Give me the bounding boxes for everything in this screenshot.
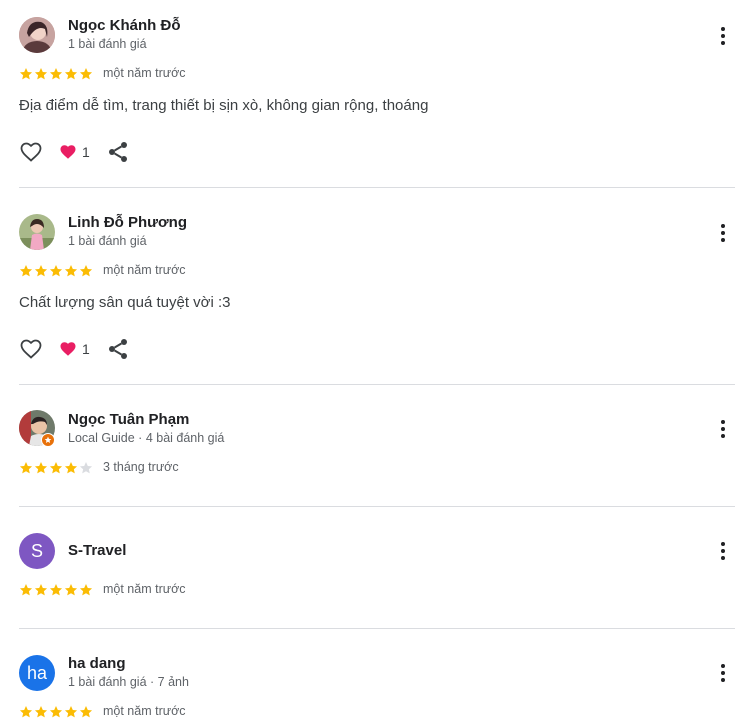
star-icon [64,462,78,474]
review-divider [19,384,735,385]
more-vert-icon [721,542,725,560]
review-time: 3 tháng trước [103,460,179,474]
star-icon [64,68,78,80]
star-icon [49,462,63,474]
star-icon [19,265,33,277]
like-button[interactable] [19,337,43,361]
avatar-letter: ha [26,662,48,683]
review-text: Địa điểm dễ tìm, trang thiết bị sịn xò, … [19,97,429,114]
reviewer-name[interactable]: Ngọc Tuân Phạm [68,411,189,428]
share-button[interactable] [106,337,130,361]
heart-outline-icon [20,142,42,162]
star-icon [64,584,78,596]
more-options-button[interactable] [712,418,734,440]
reviewer-name[interactable]: Linh Đỗ Phương [68,214,187,231]
star-icon [19,462,33,474]
review-divider [19,506,735,507]
star-rating [19,264,93,278]
reviewer-meta: 1 bài đánh giá · 7 ảnh [68,675,189,689]
star-icon [34,265,48,277]
star-icon [34,584,48,596]
share-icon [109,339,127,359]
review-text: Chất lượng sân quá tuyệt vời :3 [19,294,231,311]
avatar-photo [19,17,55,53]
star-icon [79,584,93,596]
star-icon [49,584,63,596]
star-icon [19,584,33,596]
reviewer-name[interactable]: ha dang [68,655,126,672]
reviewer-meta: 1 bài đánh giá [68,37,147,51]
more-vert-icon [721,224,725,242]
more-options-button[interactable] [712,540,734,562]
more-options-button[interactable] [712,222,734,244]
star-icon [34,706,48,718]
star-icon [19,706,33,718]
reviewer-name[interactable]: Ngọc Khánh Đỗ [68,17,181,34]
star-rating [19,583,93,597]
reaction-count: 1 [82,144,90,160]
star-icon [49,68,63,80]
local-guide-badge [41,433,55,447]
star-rating [19,461,93,475]
star-icon [79,706,93,718]
share-button[interactable] [106,140,130,164]
more-vert-icon [721,420,725,438]
star-icon [19,68,33,80]
star-icon [64,706,78,718]
avatar[interactable]: ha [19,655,55,691]
more-options-button[interactable] [712,662,734,684]
star-icon [64,265,78,277]
avatar[interactable] [19,214,55,250]
more-options-button[interactable] [712,25,734,47]
star-icon [79,265,93,277]
heart-filled-icon [60,342,76,356]
avatar[interactable]: S [19,533,55,569]
reaction-count: 1 [82,341,90,357]
more-vert-icon [721,664,725,682]
reviewer-meta: 1 bài đánh giá [68,234,147,248]
more-vert-icon [721,27,725,45]
star-icon [49,706,63,718]
review-time: một năm trước [103,704,186,718]
star-icon [34,68,48,80]
star-icon [49,265,63,277]
star-rating [19,705,93,719]
star-icon [79,68,93,80]
heart-filled-icon [60,145,76,159]
star-icon [34,462,48,474]
review-divider [19,628,735,629]
avatar-letter: S [30,540,43,561]
share-icon [109,142,127,162]
avatar[interactable] [19,17,55,53]
review-divider [19,187,735,188]
star-rating [19,67,93,81]
avatar-photo [19,214,55,250]
review-time: một năm trước [103,582,186,596]
review-time: một năm trước [103,263,186,277]
like-button[interactable] [19,140,43,164]
reviewer-meta: Local Guide · 4 bài đánh giá [68,431,225,445]
star-icon [79,462,93,474]
review-time: một năm trước [103,66,186,80]
reviewer-name[interactable]: S-Travel [68,542,126,559]
local-guide-star-icon [44,436,52,443]
heart-outline-icon [20,339,42,359]
